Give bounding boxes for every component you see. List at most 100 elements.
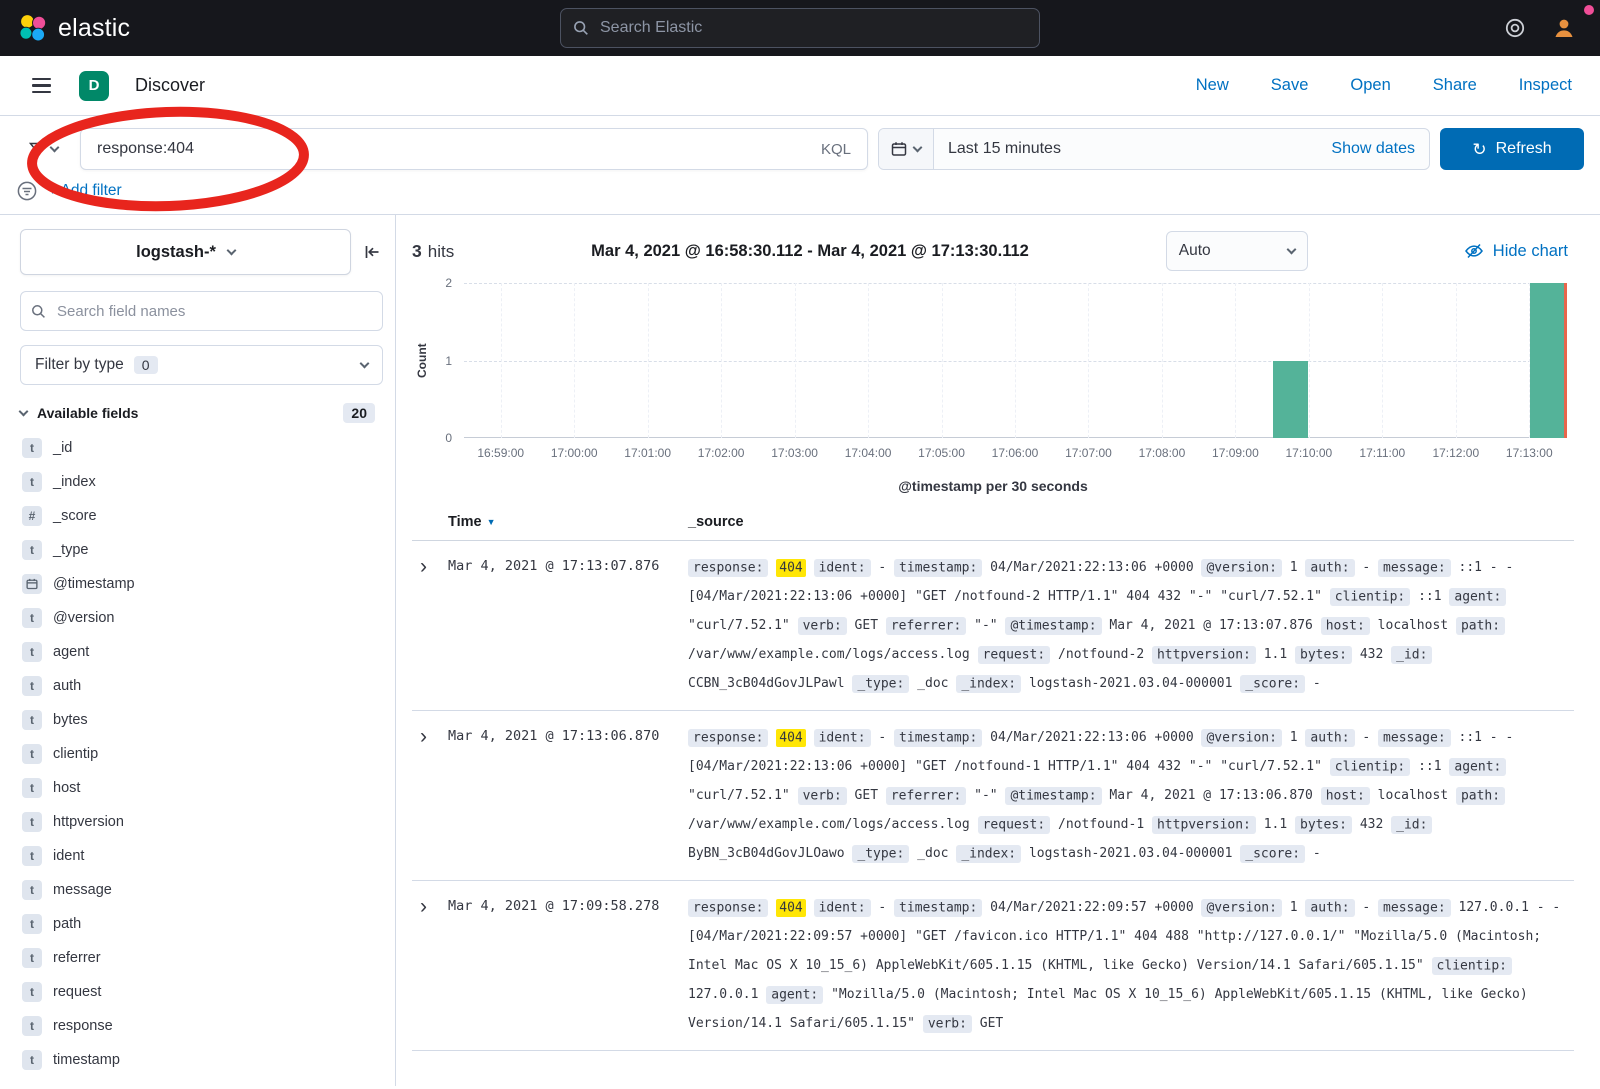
time-range-button[interactable]: Last 15 minutes [934, 140, 1317, 158]
chevron-down-icon [19, 407, 29, 417]
nav-action-open[interactable]: Open [1350, 76, 1390, 95]
field-item-path[interactable]: tpath [20, 907, 383, 941]
help-icon[interactable] [1504, 17, 1526, 39]
refresh-button[interactable]: ↻ Refresh [1440, 128, 1584, 170]
collapse-sidebar-button[interactable] [361, 241, 383, 263]
field-value: "-" [974, 788, 997, 803]
field-badge: @version: [1201, 729, 1281, 747]
field-item-ident[interactable]: tident [20, 839, 383, 873]
show-dates-button[interactable]: Show dates [1317, 140, 1429, 158]
field-item-timestamp[interactable]: ttimestamp [20, 1043, 383, 1077]
query-input-wrap: KQL [80, 128, 868, 170]
field-search-input[interactable] [55, 302, 372, 321]
field-value: ::1 [1418, 589, 1441, 604]
field-item-clientip[interactable]: tclientip [20, 737, 383, 771]
menu-button[interactable] [28, 74, 55, 98]
nav-action-new[interactable]: New [1196, 76, 1229, 95]
date-picker-calendar-button[interactable] [879, 129, 934, 169]
histogram-chart[interactable]: Count 012 16:59:0017:00:0017:01:0017:02:… [412, 283, 1574, 438]
add-filter-button[interactable]: + Add filter [48, 182, 122, 200]
histogram-bar[interactable] [1273, 361, 1308, 439]
nav-actions: New Save Open Share Inspect [1196, 76, 1572, 95]
field-value: - [878, 730, 886, 745]
filter-by-type-count: 0 [134, 356, 158, 374]
field-badge: message: [1378, 729, 1451, 747]
field-value: _doc [917, 676, 948, 691]
field-item-response[interactable]: tresponse [20, 1009, 383, 1043]
global-search[interactable] [560, 8, 1040, 48]
field-item-_score[interactable]: #_score [20, 499, 383, 533]
chart-time-range-label: Mar 4, 2021 @ 16:58:30.112 - Mar 4, 2021… [454, 242, 1166, 261]
field-item-httpversion[interactable]: thttpversion [20, 805, 383, 839]
field-item-message[interactable]: tmessage [20, 873, 383, 907]
field-item-bytes[interactable]: tbytes [20, 703, 383, 737]
field-item-_type[interactable]: t_type [20, 533, 383, 567]
chart-plot-area[interactable]: 16:59:0017:00:0017:01:0017:02:0017:03:00… [464, 283, 1566, 438]
text-field-icon: t [22, 982, 42, 1002]
gridline [1088, 283, 1089, 438]
filter-menu-button[interactable] [16, 180, 38, 202]
field-name: timestamp [53, 1052, 120, 1068]
gridline [1235, 283, 1236, 438]
field-badge: @version: [1201, 559, 1281, 577]
field-item-@version[interactable]: t@version [20, 601, 383, 635]
collapse-left-icon [363, 243, 381, 261]
field-badge: @timestamp: [1005, 787, 1101, 805]
hide-chart-button[interactable]: Hide chart [1458, 240, 1574, 262]
field-badge: request: [978, 646, 1051, 664]
query-input[interactable] [95, 139, 809, 159]
doc-source: response: 404 ident: - timestamp: 04/Mar… [688, 723, 1574, 868]
field-badge: timestamp: [894, 559, 982, 577]
text-field-icon: t [22, 1016, 42, 1036]
field-value: /var/www/example.com/logs/access.log [688, 817, 970, 832]
brand[interactable]: elastic [18, 13, 130, 43]
field-badge: path: [1456, 787, 1505, 805]
query-language-button[interactable]: KQL [809, 141, 863, 158]
field-value: - [1313, 846, 1321, 861]
saved-query-menu-button[interactable] [16, 128, 70, 170]
expand-row-button[interactable]: › [412, 893, 448, 918]
filter-by-type-button[interactable]: Filter by type 0 [20, 345, 383, 385]
field-item-auth[interactable]: tauth [20, 669, 383, 703]
field-name: path [53, 916, 81, 932]
field-name: _type [53, 542, 88, 558]
field-badge: _index: [956, 675, 1021, 693]
field-item-request[interactable]: trequest [20, 975, 383, 1009]
expand-row-button[interactable]: › [412, 723, 448, 748]
available-fields-toggle[interactable]: Available fields [20, 405, 138, 421]
field-badge: _score: [1240, 675, 1305, 693]
global-search-input[interactable] [598, 18, 1027, 38]
interval-select[interactable]: Auto [1166, 231, 1308, 271]
sort-time-header[interactable]: Time ▼ [448, 514, 688, 530]
nav-action-save[interactable]: Save [1271, 76, 1309, 95]
discover-main: 3hits Mar 4, 2021 @ 16:58:30.112 - Mar 4… [396, 215, 1600, 1086]
expand-row-button[interactable]: › [412, 553, 448, 578]
field-badge: verb: [798, 617, 847, 635]
field-item-_id[interactable]: t_id [20, 431, 383, 465]
eye-slash-icon [1464, 241, 1484, 261]
field-search [20, 291, 383, 331]
current-time-marker [1564, 283, 1567, 438]
field-item-agent[interactable]: tagent [20, 635, 383, 669]
user-avatar[interactable] [1552, 16, 1576, 40]
refresh-label: Refresh [1496, 140, 1552, 158]
histogram-bar[interactable] [1530, 283, 1565, 438]
index-pattern-selector[interactable]: logstash-* [20, 229, 351, 275]
text-field-icon: t [22, 642, 42, 662]
nav-action-inspect[interactable]: Inspect [1519, 76, 1572, 95]
field-value-highlighted: 404 [776, 729, 805, 747]
text-field-icon: t [22, 846, 42, 866]
field-name: referrer [53, 950, 101, 966]
search-icon [573, 20, 589, 36]
date-field-icon [22, 574, 42, 594]
field-value: Mar 4, 2021 @ 17:13:07.876 [1109, 618, 1313, 633]
field-item-_index[interactable]: t_index [20, 465, 383, 499]
chevron-down-icon [226, 246, 236, 256]
field-badge: timestamp: [894, 899, 982, 917]
field-value: - [878, 560, 886, 575]
field-item-host[interactable]: thost [20, 771, 383, 805]
field-item-@timestamp[interactable]: @timestamp [20, 567, 383, 601]
field-item-referrer[interactable]: t referrer [20, 941, 383, 975]
text-field-icon: t [22, 948, 42, 968]
nav-action-share[interactable]: Share [1433, 76, 1477, 95]
